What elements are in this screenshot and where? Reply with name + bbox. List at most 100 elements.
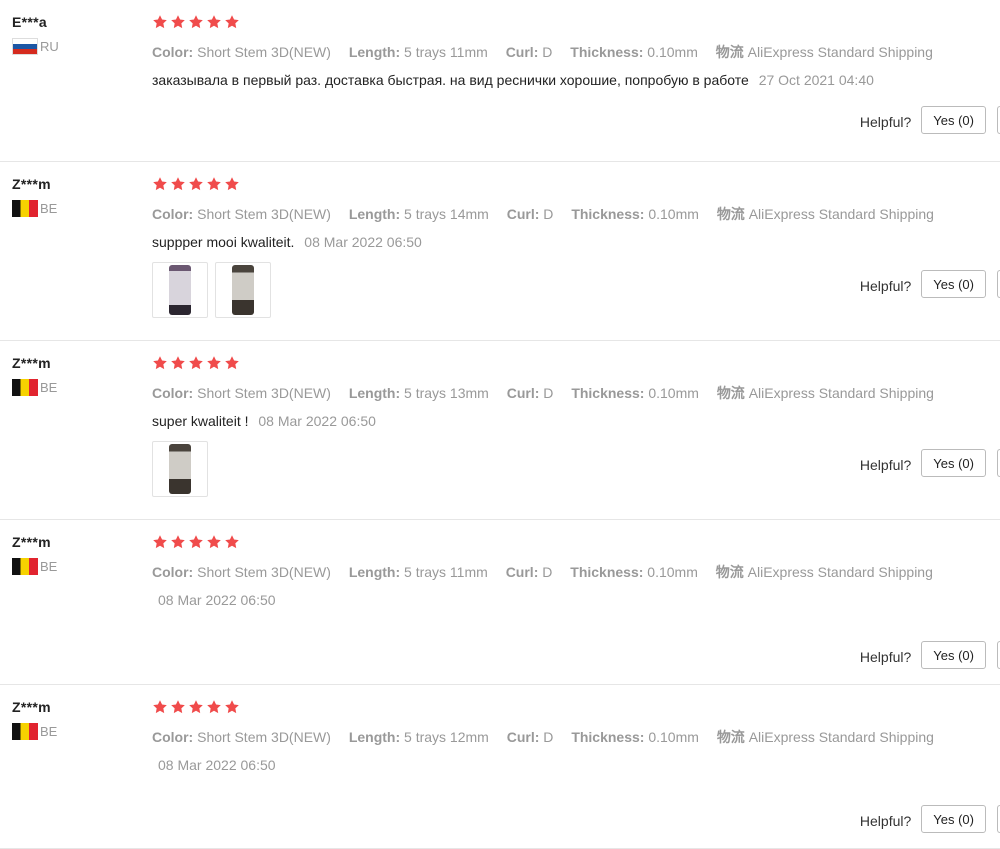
star-icon bbox=[188, 14, 204, 30]
helpful-controls: Helpful? Yes (0) bbox=[860, 641, 1000, 669]
attr-shipping-label: 物流 bbox=[716, 385, 745, 401]
reviewer-country: RU bbox=[12, 38, 142, 55]
attr-color-label: Color: bbox=[152, 564, 194, 580]
star-icon bbox=[170, 534, 186, 550]
star-icon bbox=[206, 176, 222, 192]
review-photo-thumbnail[interactable] bbox=[152, 262, 208, 318]
country-code: BE bbox=[40, 724, 58, 739]
attr-curl-label: Curl: bbox=[505, 564, 539, 580]
review-item: Z***m BE Color: Short Stem 3D(NEW) Lengt… bbox=[0, 341, 1000, 520]
star-rating bbox=[152, 699, 1000, 719]
star-icon bbox=[170, 355, 186, 371]
product-attributes: Color: Short Stem 3D(NEW) Length: 5 tray… bbox=[152, 42, 1000, 62]
reviewer-info: Z***m BE bbox=[12, 355, 142, 396]
helpful-yes-button[interactable]: Yes (0) bbox=[921, 449, 986, 477]
review-text: suppper mooi kwaliteit. 08 Mar 2022 06:5… bbox=[152, 234, 1000, 250]
attr-shipping-label: 物流 bbox=[716, 206, 745, 222]
star-icon bbox=[152, 534, 168, 550]
star-rating bbox=[152, 14, 1000, 34]
product-attributes: Color: Short Stem 3D(NEW) Length: 5 tray… bbox=[152, 383, 1000, 403]
attr-color-value: Short Stem 3D(NEW) bbox=[197, 206, 331, 222]
helpful-label: Helpful? bbox=[859, 457, 912, 473]
review-body: заказывала в первый раз. доставка быстра… bbox=[152, 72, 749, 88]
review-date: 08 Mar 2022 06:50 bbox=[158, 757, 276, 773]
reviewer-country: BE bbox=[12, 723, 142, 740]
helpful-controls: Helpful? Yes (0) bbox=[860, 449, 1000, 477]
attr-length-value: 5 trays 14mm bbox=[404, 206, 489, 222]
review-photo-thumbnail[interactable] bbox=[215, 262, 271, 318]
attr-length-label: Length: bbox=[348, 564, 401, 580]
helpful-yes-button[interactable]: Yes (0) bbox=[921, 805, 986, 833]
helpful-label: Helpful? bbox=[859, 278, 912, 294]
star-icon bbox=[224, 176, 240, 192]
review-date: 08 Mar 2022 06:50 bbox=[258, 413, 376, 429]
star-icon bbox=[224, 699, 240, 715]
attr-thickness-value: 0.10mm bbox=[648, 385, 699, 401]
attr-thickness-value: 0.10mm bbox=[647, 44, 698, 60]
country-code: BE bbox=[40, 559, 58, 574]
attr-shipping-value: AliExpress Standard Shipping bbox=[747, 564, 933, 580]
star-icon bbox=[206, 699, 222, 715]
star-icon bbox=[188, 534, 204, 550]
attr-color-value: Short Stem 3D(NEW) bbox=[197, 385, 331, 401]
attr-thickness-label: Thickness: bbox=[571, 729, 645, 745]
attr-shipping-value: AliExpress Standard Shipping bbox=[748, 729, 934, 745]
reviewer-info: Z***m BE bbox=[12, 699, 142, 740]
star-icon bbox=[170, 176, 186, 192]
helpful-yes-button[interactable]: Yes (0) bbox=[921, 641, 986, 669]
attr-shipping-value: AliExpress Standard Shipping bbox=[748, 206, 934, 222]
attr-length-label: Length: bbox=[348, 206, 401, 222]
reviewer-country: BE bbox=[12, 558, 142, 575]
star-icon bbox=[170, 14, 186, 30]
review-date: 27 Oct 2021 04:40 bbox=[758, 72, 874, 88]
star-icon bbox=[206, 534, 222, 550]
attr-thickness-value: 0.10mm bbox=[648, 729, 699, 745]
attr-shipping-label: 物流 bbox=[715, 564, 744, 580]
attr-shipping-label: 物流 bbox=[715, 44, 744, 60]
attr-thickness-label: Thickness: bbox=[570, 564, 644, 580]
review-text: super kwaliteit ! 08 Mar 2022 06:50 bbox=[152, 413, 1000, 429]
reviewer-info: E***a RU bbox=[12, 14, 142, 55]
attr-color-label: Color: bbox=[152, 385, 194, 401]
reviewer-country: BE bbox=[12, 379, 142, 396]
flag-russia-icon bbox=[12, 38, 38, 55]
reviewer-info: Z***m BE bbox=[12, 534, 142, 575]
attr-shipping-value: AliExpress Standard Shipping bbox=[747, 44, 933, 60]
star-icon bbox=[206, 14, 222, 30]
review-item: E***a RU Color: Short Stem 3D(NEW) Lengt… bbox=[0, 0, 1000, 162]
star-icon bbox=[224, 534, 240, 550]
attr-curl-value: D bbox=[543, 729, 554, 745]
attr-curl-value: D bbox=[542, 44, 553, 60]
attr-color-value: Short Stem 3D(NEW) bbox=[197, 44, 331, 60]
attr-length-value: 5 trays 11mm bbox=[404, 564, 488, 580]
helpful-yes-button[interactable]: Yes (0) bbox=[921, 106, 986, 134]
review-body: suppper mooi kwaliteit. bbox=[152, 234, 295, 250]
review-photo-thumbnail[interactable] bbox=[152, 441, 208, 497]
attr-color-label: Color: bbox=[152, 44, 194, 60]
reviewer-name: Z***m bbox=[12, 534, 51, 550]
flag-belgium-icon bbox=[12, 379, 38, 396]
reviewer-name: Z***m bbox=[12, 355, 51, 371]
attr-color-value: Short Stem 3D(NEW) bbox=[197, 729, 331, 745]
reviewer-country: BE bbox=[12, 200, 142, 217]
attr-curl-label: Curl: bbox=[506, 385, 540, 401]
country-code: RU bbox=[40, 39, 59, 54]
star-icon bbox=[188, 699, 204, 715]
review-date: 08 Mar 2022 06:50 bbox=[304, 234, 422, 250]
attr-color-label: Color: bbox=[152, 206, 194, 222]
country-code: BE bbox=[40, 380, 58, 395]
review-text: 08 Mar 2022 06:50 bbox=[152, 592, 1000, 608]
attr-shipping-label: 物流 bbox=[716, 729, 745, 745]
attr-curl-label: Curl: bbox=[505, 44, 539, 60]
star-icon bbox=[152, 14, 168, 30]
attr-length-label: Length: bbox=[348, 44, 401, 60]
flag-belgium-icon bbox=[12, 723, 38, 740]
helpful-yes-button[interactable]: Yes (0) bbox=[921, 270, 986, 298]
star-icon bbox=[152, 176, 168, 192]
helpful-label: Helpful? bbox=[859, 813, 912, 829]
star-rating bbox=[152, 355, 1000, 375]
review-text: заказывала в первый раз. доставка быстра… bbox=[152, 72, 1000, 88]
product-attributes: Color: Short Stem 3D(NEW) Length: 5 tray… bbox=[152, 204, 1000, 224]
reviewer-name: Z***m bbox=[12, 699, 51, 715]
flag-belgium-icon bbox=[12, 200, 38, 217]
